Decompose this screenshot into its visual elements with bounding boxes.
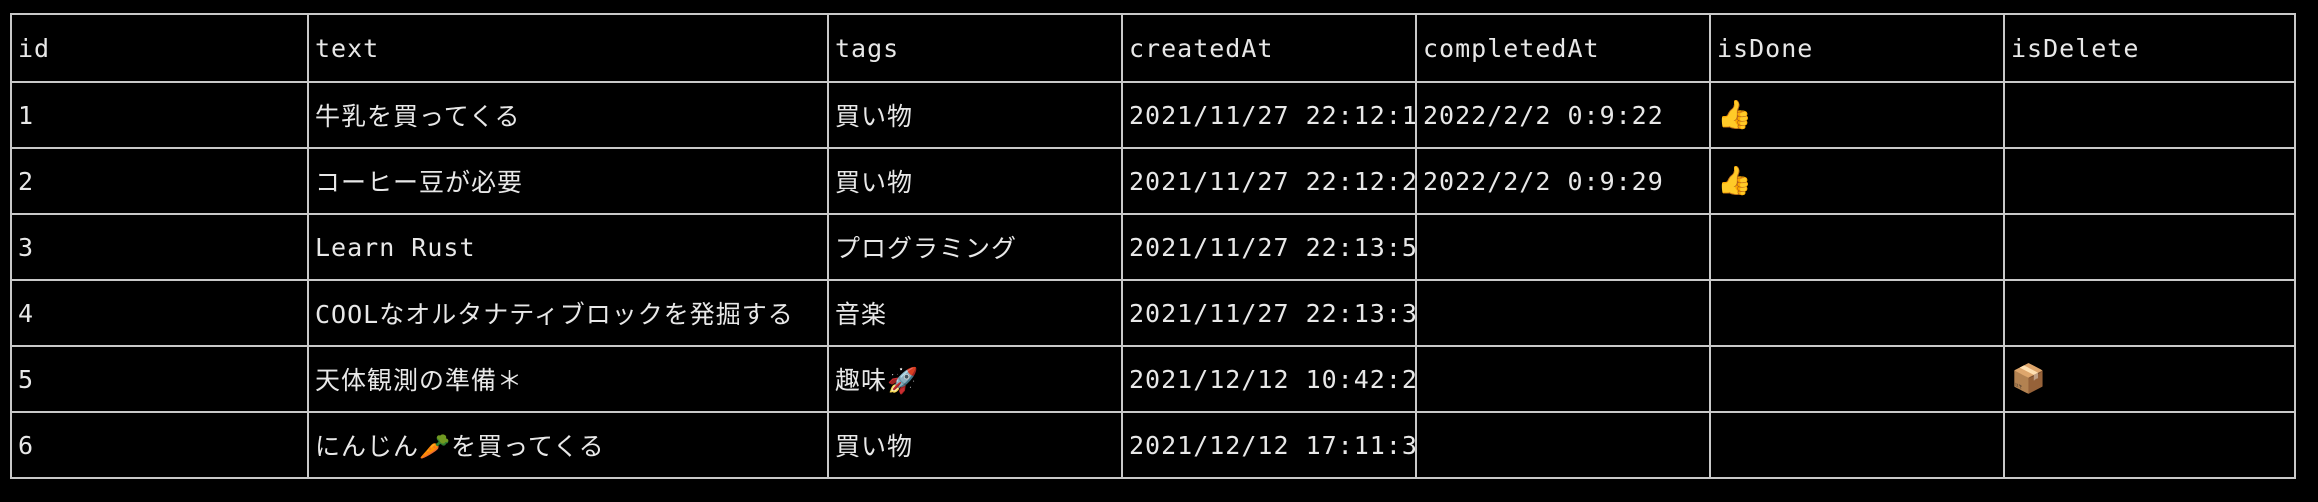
cell-text: コーヒー豆が必要 xyxy=(307,147,829,215)
cell-text: にんじん🥕を買ってくる xyxy=(307,411,829,479)
column-header-is-done: isDone xyxy=(1709,13,2005,83)
cell-text: Learn Rust xyxy=(307,213,829,281)
cell-completed-at xyxy=(1415,411,1711,479)
package-icon: 📦 xyxy=(2011,361,2047,395)
cell-tags: 趣味🚀 xyxy=(827,345,1123,413)
cell-id: 5 xyxy=(10,345,309,413)
cell-created-at: 2021/12/12 10:42:25 xyxy=(1121,345,1417,413)
table-row: 3 Learn Rust プログラミング 2021/11/27 22:13:5 xyxy=(10,213,2296,281)
cell-is-done: 👍 xyxy=(1709,147,2005,215)
table-header-row: id text tags createdAt completedAt isDon… xyxy=(10,13,2296,83)
column-header-created-at: createdAt xyxy=(1121,13,1417,83)
table-row: 5 天体観測の準備＊ 趣味🚀 2021/12/12 10:42:25 📦 xyxy=(10,345,2296,413)
cell-is-done xyxy=(1709,411,2005,479)
column-header-id: id xyxy=(10,13,309,83)
cell-text: 牛乳を買ってくる xyxy=(307,81,829,149)
cell-created-at: 2021/11/27 22:13:5 xyxy=(1121,213,1417,281)
todo-table: id text tags createdAt completedAt isDon… xyxy=(10,13,2296,479)
column-header-tags: tags xyxy=(827,13,1123,83)
cell-is-delete xyxy=(2003,147,2296,215)
cell-id: 1 xyxy=(10,81,309,149)
thumbs-up-icon: 👍 xyxy=(1717,97,1753,131)
cell-created-at: 2021/11/27 22:12:29 xyxy=(1121,147,1417,215)
cell-is-done: 👍 xyxy=(1709,81,2005,149)
cell-created-at: 2021/12/12 17:11:31 xyxy=(1121,411,1417,479)
cell-id: 3 xyxy=(10,213,309,281)
cell-text: 天体観測の準備＊ xyxy=(307,345,829,413)
cell-id: 2 xyxy=(10,147,309,215)
cell-completed-at xyxy=(1415,345,1711,413)
table-row: 1 牛乳を買ってくる 買い物 2021/11/27 22:12:17 2022/… xyxy=(10,81,2296,149)
cell-tags: 音楽 xyxy=(827,279,1123,347)
cell-is-delete xyxy=(2003,411,2296,479)
cell-tags: プログラミング xyxy=(827,213,1123,281)
cell-id: 6 xyxy=(10,411,309,479)
cell-completed-at xyxy=(1415,213,1711,281)
cell-tags: 買い物 xyxy=(827,147,1123,215)
cell-is-delete xyxy=(2003,213,2296,281)
cell-is-done xyxy=(1709,279,2005,347)
cell-text: COOLなオルタナティブロックを発掘する xyxy=(307,279,829,347)
cell-tags: 買い物 xyxy=(827,411,1123,479)
cell-is-done xyxy=(1709,345,2005,413)
table-row: 6 にんじん🥕を買ってくる 買い物 2021/12/12 17:11:31 xyxy=(10,411,2296,479)
cell-is-delete xyxy=(2003,81,2296,149)
cell-created-at: 2021/11/27 22:12:17 xyxy=(1121,81,1417,149)
column-header-completed-at: completedAt xyxy=(1415,13,1711,83)
cell-is-delete: 📦 xyxy=(2003,345,2296,413)
column-header-text: text xyxy=(307,13,829,83)
cell-tags: 買い物 xyxy=(827,81,1123,149)
cell-is-done xyxy=(1709,213,2005,281)
table-row: 4 COOLなオルタナティブロックを発掘する 音楽 2021/11/27 22:… xyxy=(10,279,2296,347)
table-row: 2 コーヒー豆が必要 買い物 2021/11/27 22:12:29 2022/… xyxy=(10,147,2296,215)
cell-is-delete xyxy=(2003,279,2296,347)
cell-completed-at: 2022/2/2 0:9:29 xyxy=(1415,147,1711,215)
cell-completed-at xyxy=(1415,279,1711,347)
todo-table-container: id text tags createdAt completedAt isDon… xyxy=(10,13,2296,479)
column-header-is-delete: isDelete xyxy=(2003,13,2296,83)
cell-completed-at: 2022/2/2 0:9:22 xyxy=(1415,81,1711,149)
cell-created-at: 2021/11/27 22:13:31 xyxy=(1121,279,1417,347)
cell-id: 4 xyxy=(10,279,309,347)
thumbs-up-icon: 👍 xyxy=(1717,163,1753,197)
